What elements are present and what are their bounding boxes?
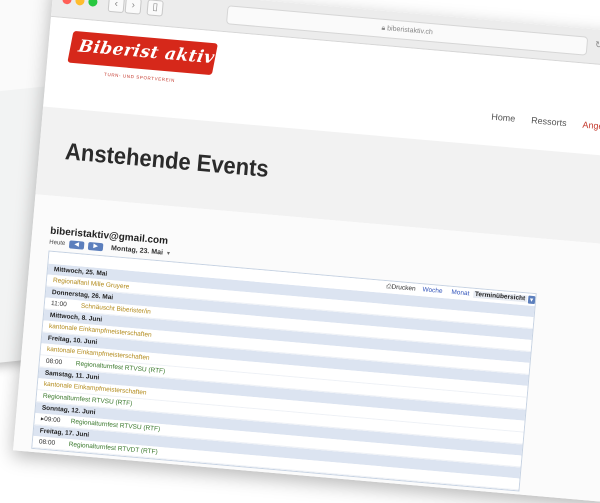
main-navigation: Home Ressorts Angebot Ne <box>491 112 600 135</box>
nav-item-home[interactable]: Home <box>491 112 516 124</box>
calendar-agenda: ⎙Drucken Woche Monat Terminübersicht ▾ M… <box>31 250 537 492</box>
logo-text: Biberist aktiv <box>76 36 217 69</box>
tab-agenda-overview[interactable]: Terminübersicht <box>472 290 528 303</box>
event-time: 08:00 <box>38 438 56 447</box>
chevron-down-icon[interactable]: ▾ <box>167 249 171 256</box>
embedded-calendar: biberistaktiv@gmail.com Heute ◀ ▶ Montag… <box>31 226 539 492</box>
page-content: biberistaktiv@gmail.com Heute ◀ ▶ Montag… <box>13 194 600 503</box>
event-time: ▸09:00 <box>40 415 61 425</box>
today-button[interactable]: Heute <box>49 240 65 247</box>
forward-arrow-icon[interactable]: › <box>124 0 142 15</box>
calendar-range-label: Montag, 23. Mai <box>110 244 164 257</box>
logo-tagline: TURN- UND SPORTVEREIN <box>103 71 176 83</box>
next-period-button[interactable]: ▶ <box>87 241 104 252</box>
back-arrow-icon[interactable]: ‹ <box>107 0 125 14</box>
nav-item-ressorts[interactable]: Ressorts <box>531 115 567 128</box>
print-label: Drucken <box>391 283 416 293</box>
event-time: 08:00 <box>45 357 63 367</box>
nav-item-angebot[interactable]: Angebot <box>582 120 600 133</box>
sidebar-icon[interactable]: ▯ <box>146 0 164 17</box>
url-text: biberistaktiv.ch <box>386 25 434 37</box>
lock-icon: 🔒︎ <box>381 24 386 33</box>
reload-icon[interactable]: ↻ <box>595 39 600 51</box>
print-button[interactable]: ⎙Drucken <box>386 283 416 294</box>
close-window-button[interactable] <box>62 0 72 5</box>
previous-period-button[interactable]: ◀ <box>68 240 85 250</box>
view-dropdown-icon[interactable]: ▾ <box>527 295 536 305</box>
tab-week[interactable]: Woche <box>422 286 443 295</box>
site-logo[interactable]: Biberist aktiv <box>67 30 218 76</box>
tab-month[interactable]: Monat <box>451 289 470 298</box>
page-title: Anstehende Events <box>64 137 270 183</box>
minimize-window-button[interactable] <box>75 0 85 6</box>
event-time: 11:00 <box>50 299 68 309</box>
zoom-window-button[interactable] <box>88 0 98 7</box>
browser-window: ‹ › ▯ 🔒︎ biberistaktiv.ch ↻ Biberist akt… <box>13 0 600 503</box>
